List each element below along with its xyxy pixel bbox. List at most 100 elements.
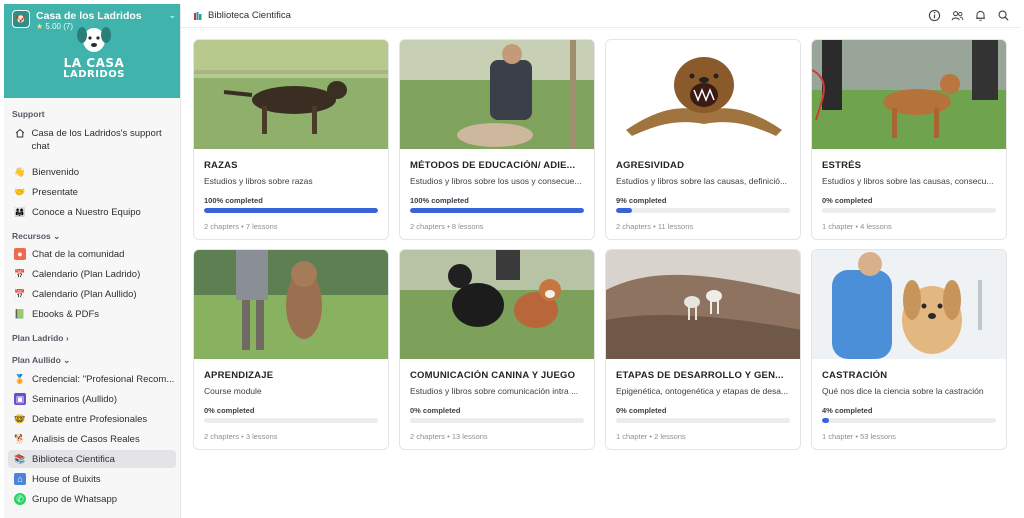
sidebar-item-seminarios[interactable]: ▣ Seminarios (Aullido) xyxy=(8,390,176,408)
course-meta: 2 chapters • 11 lessons xyxy=(616,222,694,231)
calendar-icon: 📅 xyxy=(14,288,26,299)
sidebar-item-calendario-ladrido[interactable]: 📅 Calendario (Plan Ladrido) xyxy=(8,265,176,283)
house-outline-icon xyxy=(14,127,26,139)
course-card[interactable]: COMUNICACIÓN CANINA Y JUEGO Estudios y l… xyxy=(399,249,595,450)
community-header[interactable]: 🐶 Casa de los Ladridos ★ 5.00 (7) ⌄ LA C… xyxy=(4,4,180,98)
course-description: Qué nos dice la ciencia sobre la castrac… xyxy=(822,386,984,396)
search-icon[interactable] xyxy=(997,9,1010,25)
sidebar-item-biblioteca[interactable]: 📚 Biblioteca Cientifica xyxy=(8,450,176,468)
course-title: ETAPAS DE DESARROLLO Y GEN... xyxy=(616,370,784,381)
plan-ladrido-heading[interactable]: Plan Ladrido › xyxy=(12,333,69,343)
progress-label: 0% completed xyxy=(822,196,873,205)
progress-bar xyxy=(410,208,584,213)
course-card[interactable]: ESTRÉS Estudios y libros sobre las causa… xyxy=(811,39,1007,240)
course-thumbnail xyxy=(194,40,388,149)
course-title: AGRESIVIDAD xyxy=(616,160,685,171)
progress-bar-fill xyxy=(822,418,829,423)
community-logo-text: LA CASA LADRIDOS xyxy=(63,56,125,80)
sidebar-item-label: Grupo de Whatsapp xyxy=(32,493,118,505)
progress-bar-fill xyxy=(204,208,378,213)
badge-icon: 🏅 xyxy=(14,373,26,384)
progress-label: 9% completed xyxy=(616,196,667,205)
sidebar-item-label: Credencial: "Profesional Recom... xyxy=(32,373,175,385)
dog-logo-icon xyxy=(77,27,111,52)
progress-bar xyxy=(204,418,378,423)
progress-label: 0% completed xyxy=(204,406,255,415)
progress-label: 0% completed xyxy=(616,406,667,415)
sidebar-item-label: Chat de la comunidad xyxy=(32,248,125,260)
course-card[interactable]: AGRESIVIDAD Estudios y libros sobre las … xyxy=(605,39,801,240)
sidebar-item-label: Seminarios (Aullido) xyxy=(32,393,118,405)
progress-bar-fill xyxy=(410,208,584,213)
sidebar-item-label: Casa de los Ladridos's support chat xyxy=(31,128,162,152)
course-description: Estudios y libros sobre razas xyxy=(204,176,313,186)
course-card[interactable]: MÉTODOS DE EDUCACIÓN/ ADIE... Estudios y… xyxy=(399,39,595,240)
top-bar: Biblioteca Cientifica xyxy=(181,4,1020,28)
calendar-icon: 📅 xyxy=(14,268,26,279)
sidebar-item-equipo[interactable]: 👨‍👩‍👧 Conoce a Nuestro Equipo xyxy=(8,203,176,221)
course-description: Estudios y libros sobre las causas, defi… xyxy=(616,176,788,186)
sidebar-item-label: Conoce a Nuestro Equipo xyxy=(32,206,141,218)
progress-label: 4% completed xyxy=(822,406,873,415)
sidebar: 🐶 Casa de los Ladridos ★ 5.00 (7) ⌄ LA C… xyxy=(4,4,181,518)
sidebar-item-label: Analisis de Casos Reales xyxy=(32,433,140,445)
bell-icon[interactable] xyxy=(974,9,987,25)
course-meta: 2 chapters • 8 lessons xyxy=(410,222,484,231)
course-thumbnail xyxy=(194,250,388,359)
course-card[interactable]: APRENDIZAJE Course module 0% completed 2… xyxy=(193,249,389,450)
course-card[interactable]: CASTRACIÓN Qué nos dice la ciencia sobre… xyxy=(811,249,1007,450)
debate-icon: 🤓 xyxy=(14,413,26,424)
sidebar-item-presentate[interactable]: 🤝 Presentate xyxy=(8,183,176,201)
community-name: Casa de los Ladridos xyxy=(36,10,142,22)
sidebar-item-label: Calendario (Plan Aullido) xyxy=(32,288,137,300)
course-description: Estudios y libros sobre las causas, cons… xyxy=(822,176,994,186)
sidebar-item-label: Debate entre Profesionales xyxy=(32,413,148,425)
course-description: Epigenética, ontogenética y etapas de de… xyxy=(616,386,789,396)
sidebar-item-label: Calendario (Plan Ladrido) xyxy=(32,268,141,280)
progress-bar xyxy=(616,208,790,213)
sidebar-item-debate[interactable]: 🤓 Debate entre Profesionales xyxy=(8,410,176,428)
book-icon: 📗 xyxy=(14,308,26,319)
info-icon[interactable] xyxy=(928,9,941,25)
sidebar-item-bienvenido[interactable]: 👋 Bienvenido xyxy=(8,163,176,181)
progress-bar xyxy=(822,418,996,423)
whatsapp-icon: ✆ xyxy=(14,493,26,505)
support-heading: Support xyxy=(12,109,45,119)
progress-label: 0% completed xyxy=(410,406,461,415)
course-card[interactable]: RAZAS Estudios y libros sobre razas 100%… xyxy=(193,39,389,240)
course-meta: 1 chapter • 4 lessons xyxy=(822,222,892,231)
plan-aullido-heading[interactable]: Plan Aullido ⌄ xyxy=(12,355,70,366)
sidebar-item-chat-comunidad[interactable]: ● Chat de la comunidad xyxy=(8,245,176,263)
chevron-down-icon[interactable]: ⌄ xyxy=(168,10,176,21)
progress-bar xyxy=(410,418,584,423)
community-logo: LA CASA LADRIDOS xyxy=(59,26,129,81)
sidebar-item-analisis[interactable]: 🐕 Analisis de Casos Reales xyxy=(8,430,176,448)
progress-label: 100% completed xyxy=(410,196,469,205)
course-thumbnail xyxy=(400,40,594,149)
sidebar-item-whatsapp[interactable]: ✆ Grupo de Whatsapp xyxy=(8,490,176,508)
sidebar-item-label: Presentate xyxy=(32,186,78,198)
members-icon[interactable] xyxy=(951,9,964,25)
sidebar-item-label: Ebooks & PDFs xyxy=(32,308,100,320)
course-card[interactable]: ETAPAS DE DESARROLLO Y GEN... Epigenétic… xyxy=(605,249,801,450)
recursos-heading[interactable]: Recursos ⌄ xyxy=(12,231,60,242)
course-meta: 2 chapters • 13 lessons xyxy=(410,432,488,441)
course-description: Estudios y libros sobre los usos y conse… xyxy=(410,176,582,186)
page-title: Biblioteca Cientifica xyxy=(208,10,291,21)
books-icon: 📚 xyxy=(14,453,26,464)
books-icon xyxy=(193,11,203,21)
sidebar-item-calendario-aullido[interactable]: 📅 Calendario (Plan Aullido) xyxy=(8,285,176,303)
house-icon: ⌂ xyxy=(14,473,26,485)
course-meta: 2 chapters • 7 lessons xyxy=(204,222,278,231)
sidebar-item-house-buixits[interactable]: ⌂ House of Buixits xyxy=(8,470,176,488)
sidebar-item-credencial[interactable]: 🏅 Credencial: "Profesional Recom... xyxy=(8,370,176,388)
course-title: APRENDIZAJE xyxy=(204,370,274,381)
sidebar-item-ebooks[interactable]: 📗 Ebooks & PDFs xyxy=(8,305,176,323)
course-title: MÉTODOS DE EDUCACIÓN/ ADIE... xyxy=(410,160,576,171)
course-description: Estudios y libros sobre comunicación int… xyxy=(410,386,579,396)
sidebar-item-label: Bienvenido xyxy=(32,166,80,178)
course-title: COMUNICACIÓN CANINA Y JUEGO xyxy=(410,370,576,381)
handshake-icon: 🤝 xyxy=(14,186,26,197)
chat-icon: ● xyxy=(14,248,26,260)
sidebar-item-support-chat[interactable]: Casa de los Ladridos's support chat xyxy=(8,124,176,154)
